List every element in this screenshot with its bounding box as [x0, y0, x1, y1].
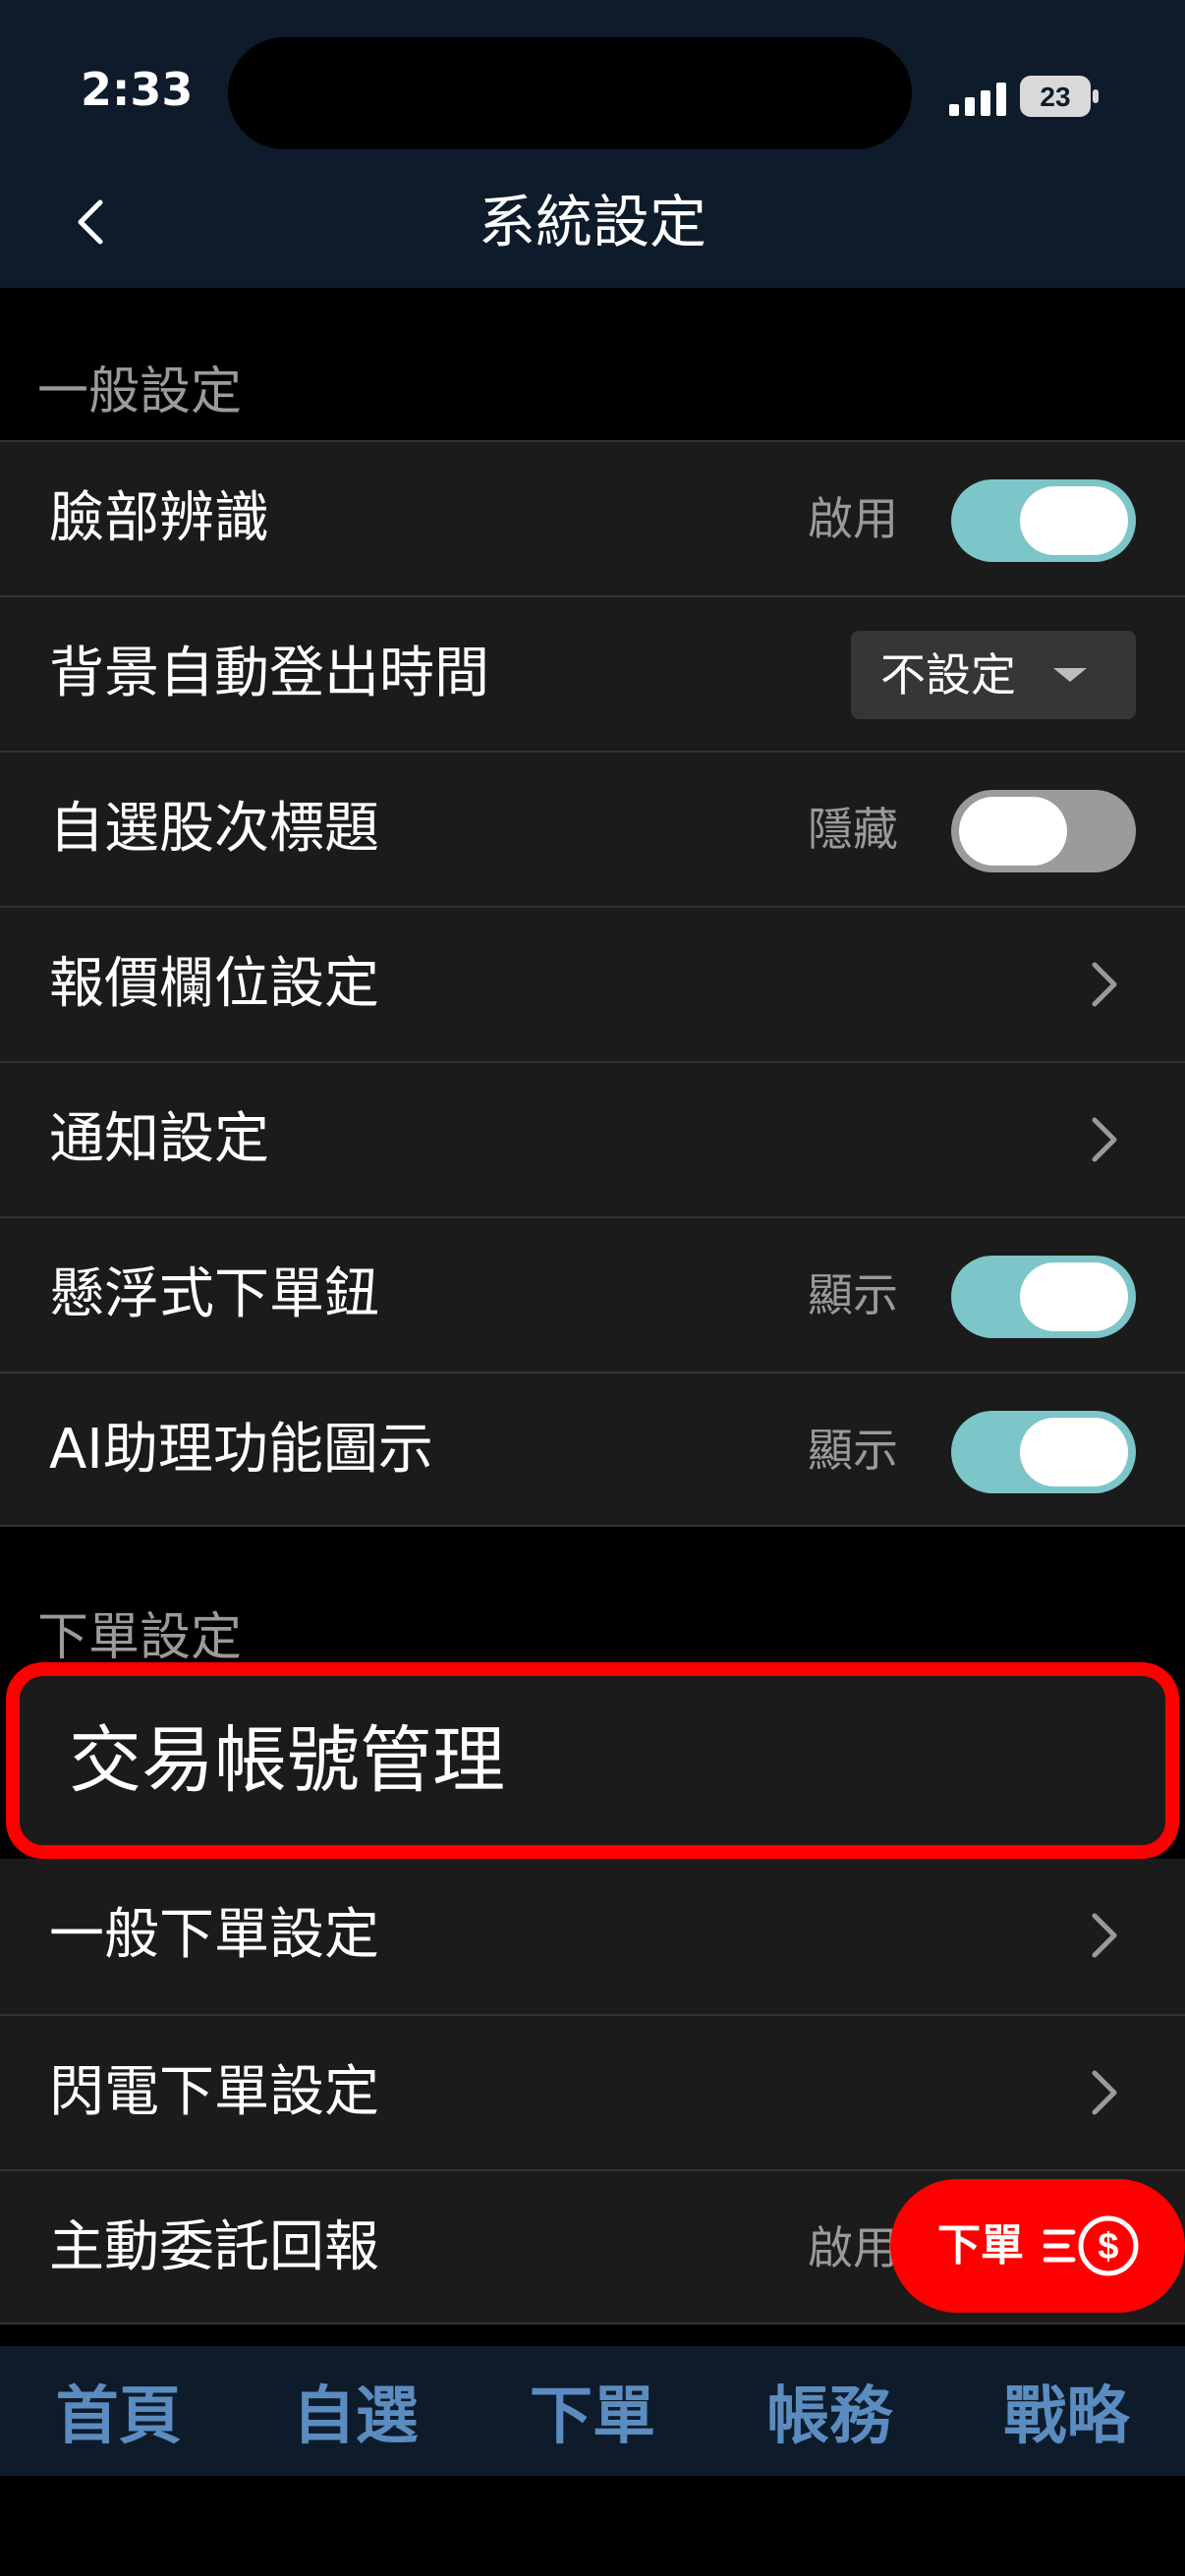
- notification-settings-row[interactable]: 通知設定: [0, 1061, 1185, 1216]
- face-id-toggle[interactable]: [951, 479, 1136, 562]
- toggle-knob: [959, 797, 1067, 866]
- row-label: AI助理功能圖示: [49, 1418, 433, 1482]
- auto-logout-select[interactable]: 不設定: [851, 631, 1136, 719]
- row-label: 交易帳號管理: [69, 1718, 505, 1803]
- ai-assistant-icon-toggle[interactable]: [951, 1411, 1136, 1493]
- dynamic-island: [228, 37, 912, 149]
- row-state: 顯示: [808, 1424, 898, 1477]
- signal-icon: [949, 83, 1006, 116]
- battery-level: 23: [1040, 82, 1070, 112]
- watchlist-subtitle-row[interactable]: 自選股次標題 隱藏: [0, 751, 1185, 906]
- lightning-order-settings-row[interactable]: 閃電下單設定: [0, 2014, 1185, 2169]
- row-label: 臉部辨識: [49, 486, 269, 550]
- row-label: 一般下單設定: [49, 1903, 379, 1967]
- tab-order[interactable]: 下單: [530, 2366, 655, 2456]
- status-time: 2:33: [81, 63, 194, 116]
- page-title: 系統設定: [478, 189, 706, 255]
- chevron-right-icon: [1092, 1913, 1117, 1958]
- ai-assistant-icon-row[interactable]: AI助理功能圖示 顯示: [0, 1372, 1185, 1527]
- row-state: 顯示: [808, 1268, 898, 1321]
- chevron-right-icon: [1092, 1117, 1117, 1162]
- section-header-general: 一般設定: [37, 363, 243, 421]
- row-label: 通知設定: [49, 1107, 269, 1171]
- tab-strategy[interactable]: 戰略: [1003, 2366, 1129, 2456]
- row-label: 主動委託回報: [49, 2215, 379, 2279]
- floating-order-button-row[interactable]: 懸浮式下單鈕 顯示: [0, 1216, 1185, 1372]
- face-id-row[interactable]: 臉部辨識 啟用: [0, 440, 1185, 595]
- battery-icon: 23: [1020, 76, 1099, 117]
- section-header-order: 下單設定: [37, 1608, 243, 1667]
- svg-text:$: $: [1098, 2226, 1118, 2268]
- tab-home[interactable]: 首頁: [56, 2366, 182, 2456]
- row-state: 隱藏: [808, 803, 898, 856]
- quote-field-settings-row[interactable]: 報價欄位設定: [0, 906, 1185, 1061]
- general-order-settings-row[interactable]: 一般下單設定: [0, 1859, 1185, 2014]
- trading-account-management-row[interactable]: 交易帳號管理: [6, 1662, 1179, 1859]
- auto-logout-row[interactable]: 背景自動登出時間 不設定: [0, 595, 1185, 751]
- row-state: 啟用: [808, 492, 898, 545]
- select-value: 不設定: [880, 648, 1016, 701]
- floating-order-button[interactable]: 下單 $: [890, 2179, 1185, 2313]
- caret-down-icon: [1053, 668, 1087, 682]
- chevron-right-icon: [1092, 2070, 1117, 2115]
- row-label: 背景自動登出時間: [49, 642, 489, 705]
- floating-order-button-toggle[interactable]: [951, 1256, 1136, 1338]
- toggle-knob: [1020, 1418, 1128, 1486]
- tab-watchlist[interactable]: 自選: [293, 2366, 419, 2456]
- order-dollar-icon: $: [1044, 2215, 1139, 2276]
- row-label: 報價欄位設定: [49, 952, 379, 1016]
- row-label: 閃電下單設定: [49, 2060, 379, 2124]
- toggle-knob: [1020, 486, 1128, 555]
- fab-label: 下單: [937, 2220, 1024, 2270]
- toggle-knob: [1020, 1262, 1128, 1331]
- tab-account[interactable]: 帳務: [766, 2366, 892, 2456]
- general-settings-list: 臉部辨識 啟用 背景自動登出時間 不設定 自選股次標題 隱藏 報價欄位設定 通知…: [0, 440, 1185, 1527]
- row-label: 懸浮式下單鈕: [49, 1262, 379, 1326]
- app-header: 2:33 23 系統設定: [0, 0, 1185, 288]
- watchlist-subtitle-toggle[interactable]: [951, 790, 1136, 872]
- chevron-right-icon: [1092, 962, 1117, 1007]
- bottom-tab-bar: 首頁 自選 下單 帳務 戰略: [0, 2346, 1185, 2476]
- row-state: 啟用: [808, 2221, 898, 2274]
- row-label: 自選股次標題: [49, 797, 379, 861]
